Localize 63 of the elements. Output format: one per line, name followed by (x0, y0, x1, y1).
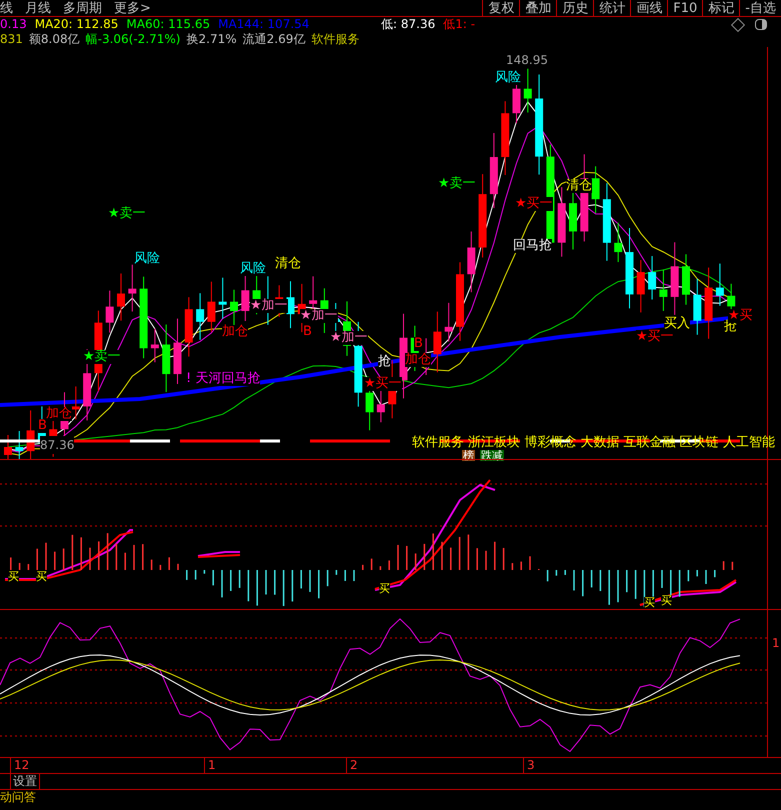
signal-label: 风险 (240, 262, 266, 276)
signal-label: 加仓 (222, 325, 248, 339)
high-price-label: 148.95 (506, 52, 548, 69)
quote-field: 831 (0, 32, 23, 47)
low-price-label: 87.36 (40, 436, 74, 454)
toolbar-button[interactable]: 叠加 (519, 0, 556, 16)
low-price-label: 低: 87.36 (381, 17, 436, 32)
period-tab[interactable]: 线 (0, 0, 13, 16)
signal-label: 清仓 (566, 179, 592, 193)
signal-label: 加仓 (405, 353, 431, 367)
signal-label: 风险 (134, 252, 160, 266)
signal-label: 回马抢 (513, 239, 552, 253)
indicator-value: MA20: 112.85 (34, 17, 118, 32)
signal-label: ★买 (728, 309, 753, 323)
signal-label: B (38, 419, 47, 433)
signal-label: ★卖一 (83, 350, 121, 364)
signal-label: 买 (644, 597, 655, 609)
indicator-value: MA144: 107.54 (218, 17, 310, 32)
period-tab[interactable]: 多周期 (63, 0, 102, 16)
signal-label: 买 (379, 583, 390, 595)
quote-field: 额8.08亿 (28, 32, 80, 47)
signal-label: 买入 (664, 317, 690, 331)
signal-label: ★卖一 (438, 177, 476, 191)
signal-label: 买 (8, 571, 19, 583)
signal-label: ★买一 (636, 330, 674, 344)
settings-button[interactable]: 设置 (10, 774, 40, 789)
indicator-value: MA60: 115.65 (126, 17, 210, 32)
panel-toggle-icon[interactable] (755, 19, 767, 30)
signal-label: ★卖一 (108, 207, 146, 221)
signal-label: ★加一 (250, 299, 288, 313)
toolbar-button[interactable]: 画线 (630, 0, 668, 16)
toolbar-button[interactable]: 历史 (556, 0, 594, 16)
signal-label: 风险 (495, 71, 521, 85)
signal-label: 清仓 (275, 257, 301, 271)
quote-field: 流通2.69亿 (242, 32, 306, 47)
time-axis-label: 1 (204, 758, 216, 773)
signal-label: ★加一 (330, 331, 368, 345)
toolbar-button[interactable]: 复权 (482, 0, 520, 16)
axis-label: 1 (772, 635, 780, 652)
toolbar-button[interactable]: -自选 (739, 0, 781, 16)
signal-label: B (414, 337, 423, 351)
toolbar-button[interactable]: F10 (667, 0, 702, 16)
time-axis-label: 3 (523, 758, 535, 773)
quote-field: 幅-3.06(-2.71%) (86, 32, 180, 47)
indicator-value: 0.13 (0, 17, 27, 32)
period-tab[interactable]: 更多> (114, 0, 151, 16)
signal-label: ★买一 (364, 377, 402, 391)
signal-label: 加仓 (46, 407, 72, 421)
time-axis-label: 2 (346, 758, 358, 773)
signal-label: 抢 (378, 355, 391, 369)
signal-label: 买 (36, 571, 47, 583)
quote-field: 换2.71% (186, 32, 237, 47)
toolbar-button[interactable]: 标记 (702, 0, 740, 16)
qa-link[interactable]: 动问答 (0, 790, 36, 805)
low-price-label: 低1: - (443, 17, 476, 32)
period-tab[interactable]: 月线 (25, 0, 51, 16)
signal-label: ! 天河回马抢 (186, 372, 260, 386)
quote-field: 软件服务 (311, 32, 360, 47)
signal-label: ★加一 (300, 309, 338, 323)
signal-label: 买 (661, 595, 672, 607)
time-axis-label: 12 (10, 758, 30, 773)
toolbar-button[interactable]: 统计 (593, 0, 630, 16)
signal-label: ★买一 (515, 197, 553, 211)
